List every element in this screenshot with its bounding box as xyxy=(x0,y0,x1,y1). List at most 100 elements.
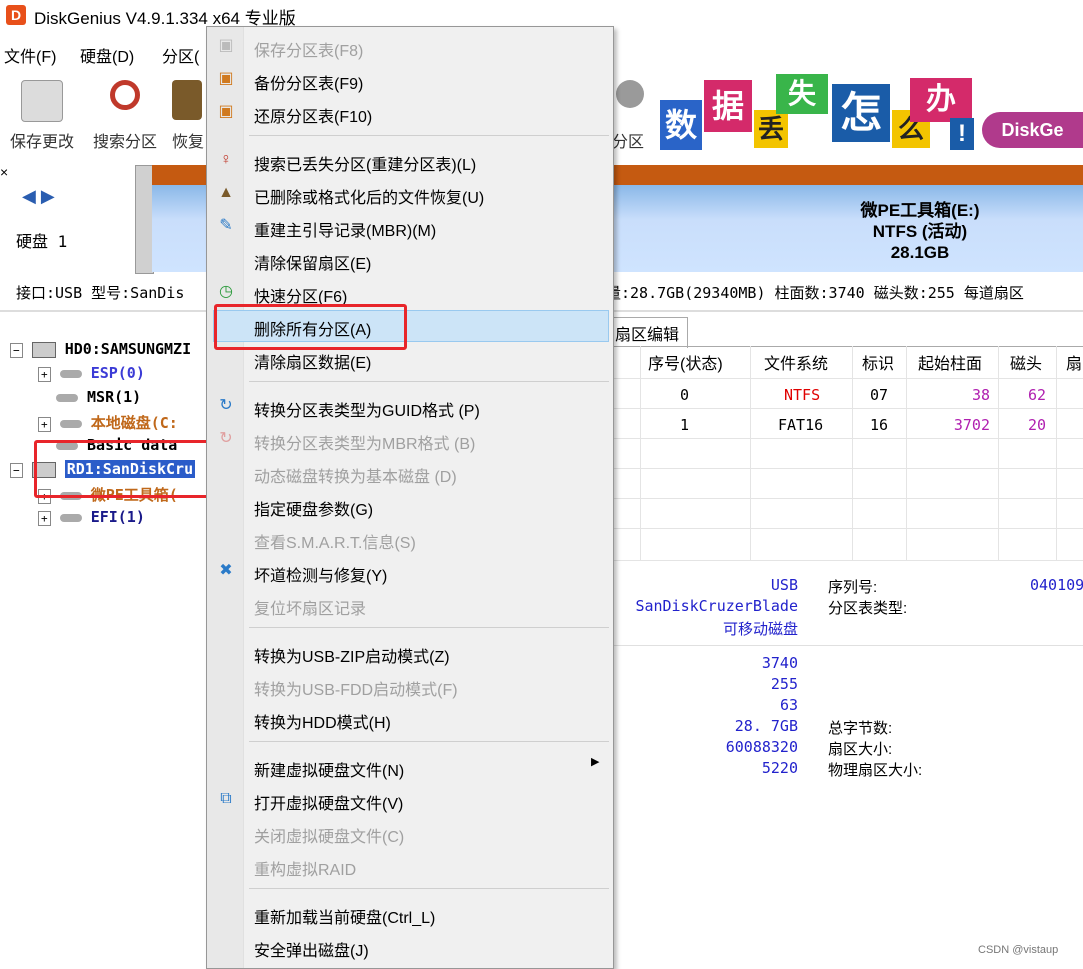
hard-disk-icon xyxy=(31,341,56,358)
save-icon: ▣ xyxy=(218,37,234,54)
disk-tree: − HD0:SAMSUNGMZI + ESP(0) MSR(1) + 本地磁盘(… xyxy=(0,330,210,890)
partition-label: 分区 xyxy=(612,134,645,151)
menu-item-new-virtual-disk[interactable]: 新建虚拟硬盘文件(N) xyxy=(254,757,404,781)
close-icon[interactable]: × xyxy=(0,164,8,180)
menu-item-reset-bad-sectors[interactable]: 复位坏扇区记录 xyxy=(254,595,366,619)
menu-file[interactable]: 文件(F) xyxy=(4,43,56,67)
open-vdisk-icon: ⧉ xyxy=(220,790,232,807)
file-recovery-icon: ▲ xyxy=(218,184,234,201)
menu-item-set-disk-params[interactable]: 指定硬盘参数(G) xyxy=(254,496,373,520)
watermark: CSDN @vistaup xyxy=(978,944,1059,956)
collapse-icon[interactable]: − xyxy=(10,343,23,358)
tree-label: EFI(1) xyxy=(90,508,145,526)
menu-item-usb-zip-mode[interactable]: 转换为USB-ZIP启动模式(Z) xyxy=(254,643,450,667)
col-header-fs[interactable]: 文件系统 xyxy=(764,350,828,374)
menu-item-bad-sector-repair[interactable]: 坏道检测与修复(Y) xyxy=(254,562,387,586)
partition-icon xyxy=(59,420,82,428)
partition-fs: NTFS (活动) xyxy=(872,222,968,241)
menu-separator xyxy=(249,627,609,628)
partition-info: 微PE工具箱(E:) NTFS (活动) 28.1GB xyxy=(820,200,1020,263)
menu-item-search-lost-partitions[interactable]: 搜索已丢失分区(重建分区表)(L) xyxy=(254,151,476,175)
detail-capacity: 28. 7GB xyxy=(734,717,798,735)
menu-disk[interactable]: 硬盘(D) xyxy=(80,43,134,67)
menu-item-convert-to-mbr[interactable]: 转换分区表类型为MBR格式 (B) xyxy=(254,430,475,454)
save-changes-button[interactable]: 保存更改 xyxy=(4,74,80,152)
expand-icon[interactable]: + xyxy=(38,511,51,526)
menu-item-close-virtual-disk[interactable]: 关闭虚拟硬盘文件(C) xyxy=(254,823,404,847)
menu-item-usb-fdd-mode[interactable]: 转换为USB-FDD启动模式(F) xyxy=(254,676,458,700)
cell-start-cyl: 3702 xyxy=(953,416,990,434)
menu-item-eject-disk[interactable]: 安全弹出磁盘(J) xyxy=(254,937,369,961)
menu-item-rebuild-mbr[interactable]: 重建主引导记录(MBR)(M) xyxy=(254,217,436,241)
menu-item-rebuild-raid[interactable]: 重构虚拟RAID xyxy=(254,856,356,880)
detail-sector-size-label: 扇区大小: xyxy=(828,741,893,758)
recover-label: 恢复 xyxy=(172,134,205,151)
banner-char: 怎 xyxy=(832,84,890,142)
menu-partition[interactable]: 分区( xyxy=(162,43,199,67)
partition-button[interactable]: 分区 xyxy=(612,74,658,152)
menu-item-clear-reserved-sectors[interactable]: 清除保留扇区(E) xyxy=(254,250,371,274)
tree-item-hd0[interactable]: − HD0:SAMSUNGMZI xyxy=(10,340,191,358)
divider xyxy=(600,468,1083,469)
convert-mbr-icon: ↻ xyxy=(219,430,233,447)
tab-sector-edit[interactable]: 扇区编辑 xyxy=(606,317,689,348)
menu-item-backup-partition-table[interactable]: 备份分区表(F9) xyxy=(254,70,363,94)
cell-head: 20 xyxy=(1027,416,1046,434)
cell-head: 62 xyxy=(1027,386,1046,404)
repair-icon: ✖ xyxy=(219,562,233,579)
recover-icon xyxy=(172,80,202,120)
menu-item-view-smart[interactable]: 查看S.M.A.R.T.信息(S) xyxy=(254,529,416,553)
menu-item-dynamic-to-basic[interactable]: 动态磁盘转换为基本磁盘 (D) xyxy=(254,463,457,487)
disk-nav-arrows[interactable]: ◀ ▶ xyxy=(22,186,55,207)
menu-item-clear-sector-data[interactable]: 清除扇区数据(E) xyxy=(254,349,371,373)
tree-item-local-c[interactable]: + 本地磁盘(C: xyxy=(38,412,178,433)
search-lost-icon: ♀ xyxy=(220,151,232,168)
cell-index: 0 xyxy=(680,386,690,404)
menu-item-file-recovery[interactable]: 已删除或格式化后的文件恢复(U) xyxy=(254,184,484,208)
search-partition-button[interactable]: 搜索分区 xyxy=(87,74,163,152)
tree-label: HD0:SAMSUNGMZI xyxy=(64,340,192,358)
divider xyxy=(600,438,1083,439)
detail-sectors: 63 xyxy=(779,696,798,714)
collapse-icon[interactable]: − xyxy=(10,463,23,478)
tree-item-msr[interactable]: MSR(1) xyxy=(56,388,141,406)
tree-item-esp[interactable]: + ESP(0) xyxy=(38,364,145,382)
menu-item-reload-disk[interactable]: 重新加载当前硬盘(Ctrl_L) xyxy=(254,904,435,928)
app-icon: D xyxy=(6,5,26,25)
menu-item-convert-to-guid[interactable]: 转换分区表类型为GUID格式 (P) xyxy=(254,397,480,421)
partition-icon xyxy=(59,514,82,522)
cell-id: 16 xyxy=(870,416,889,434)
backup-icon: ▣ xyxy=(218,70,234,87)
menu-item-hdd-mode[interactable]: 转换为HDD模式(H) xyxy=(254,709,391,733)
col-header-sector[interactable]: 扇 xyxy=(1066,350,1082,374)
cell-fs: FAT16 xyxy=(778,416,824,434)
menu-item-restore-partition-table[interactable]: 还原分区表(F10) xyxy=(254,103,372,127)
partition-icon xyxy=(56,394,78,402)
tree-label: ESP(0) xyxy=(90,364,145,382)
detail-ptype-label: 分区表类型: xyxy=(828,600,908,617)
annotation-redbox-delete-all xyxy=(214,304,407,350)
detail-serial-label: 序列号: xyxy=(828,579,878,596)
ad-banner[interactable]: 数 据 丢 失 怎 么 办 ! DiskGe xyxy=(660,70,1083,154)
expand-icon[interactable]: + xyxy=(38,367,51,382)
annotation-redbox-disk xyxy=(34,440,210,498)
detail-misc: 5220 xyxy=(761,759,798,777)
menu-separator xyxy=(249,741,609,742)
submenu-arrow-icon: ▶ xyxy=(591,756,600,768)
divider xyxy=(600,560,1083,561)
col-header-id[interactable]: 标识 xyxy=(862,350,894,374)
tree-item-efi[interactable]: + EFI(1) xyxy=(38,508,145,526)
expand-icon[interactable]: + xyxy=(38,417,51,432)
menu-separator xyxy=(249,135,609,136)
col-header-start-cyl[interactable]: 起始柱面 xyxy=(918,350,982,374)
partition-icon xyxy=(616,80,644,108)
col-header-index[interactable]: 序号(状态) xyxy=(648,350,723,374)
col-header-head[interactable]: 磁头 xyxy=(1010,350,1042,374)
disk-label: 硬盘 1 xyxy=(16,232,68,251)
detail-model: SanDiskCruzerBlade xyxy=(635,597,798,615)
recover-button[interactable]: 恢复 xyxy=(168,74,206,152)
menu-item-open-virtual-disk[interactable]: 打开虚拟硬盘文件(V) xyxy=(254,790,403,814)
banner-char: 失 xyxy=(776,74,828,114)
detail-phys-sector-label: 物理扇区大小: xyxy=(828,762,923,779)
menu-item-save-partition-table[interactable]: 保存分区表(F8) xyxy=(254,37,363,61)
